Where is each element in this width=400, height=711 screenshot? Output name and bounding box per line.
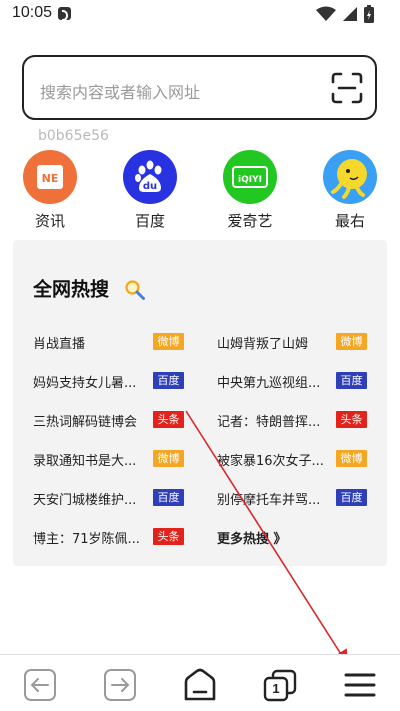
source-badge: 百度 (336, 372, 367, 389)
source-badge: 百度 (153, 489, 184, 506)
svg-text:du: du (143, 181, 157, 192)
svg-text:NE: NE (42, 172, 59, 185)
hot-search-title: 全网热搜 (33, 278, 110, 301)
search-bar[interactable]: 搜索内容或者输入网址 (22, 55, 377, 120)
source-badge: 微博 (153, 450, 184, 467)
signal-icon (343, 7, 357, 21)
status-icons (316, 5, 374, 23)
back-icon[interactable] (20, 665, 60, 705)
source-badge: 微博 (336, 333, 367, 350)
shortcut-label: 资讯 (34, 212, 65, 230)
shortcut-iqiyi[interactable]: iQIYI 爱奇艺 (210, 150, 290, 231)
zuiyou-icon (323, 150, 377, 204)
battery-icon (364, 5, 374, 23)
source-badge: 微博 (336, 450, 367, 467)
menu-icon[interactable] (340, 665, 380, 705)
shortcut-label: 最右 (334, 212, 365, 230)
forward-icon[interactable] (100, 665, 140, 705)
tabs-icon (263, 669, 297, 702)
source-badge: 头条 (336, 411, 367, 428)
hot-item[interactable]: 博主：71岁陈佩... 头条 (33, 526, 185, 550)
wifi-icon (316, 6, 336, 21)
hot-item[interactable]: 被家暴16次女子... 微博 (217, 448, 369, 472)
news-icon: NE (23, 150, 77, 204)
hot-item[interactable]: 录取通知书是大... 微博 (33, 448, 185, 472)
device-code: b0b65e56 (38, 128, 109, 144)
status-bar: 10:05 (0, 0, 400, 30)
shortcut-news[interactable]: NE 资讯 (10, 150, 90, 231)
source-badge: 微博 (153, 333, 184, 350)
hot-item[interactable]: 妈妈支持女儿暑... 百度 (33, 370, 185, 394)
shortcut-label: 百度 (134, 212, 165, 230)
hot-item[interactable]: 三热词解码链博会 头条 (33, 409, 185, 433)
bottom-toolbar: 1 (0, 654, 400, 711)
shortcut-zuiyou[interactable]: 最右 (310, 150, 390, 231)
source-badge: 百度 (153, 372, 184, 389)
search-icon (125, 280, 145, 300)
search-placeholder: 搜索内容或者输入网址 (40, 83, 201, 102)
source-badge: 头条 (153, 528, 184, 545)
home-icon[interactable] (180, 665, 220, 705)
source-badge: 百度 (336, 489, 367, 506)
hot-item[interactable]: 中央第九巡视组... 百度 (217, 370, 369, 394)
hot-item[interactable]: 记者：特朗普挥... 头条 (217, 409, 369, 433)
hot-item[interactable]: 天安门城楼维护... 百度 (33, 487, 185, 511)
notification-icon (58, 7, 71, 21)
tab-count: 1 (272, 681, 280, 696)
hot-search-panel: 全网热搜 肖战直播 微博 妈妈支持女儿暑... 百度 三热词解码链博会 头条 录… (13, 240, 387, 566)
shortcut-label: 爱奇艺 (227, 212, 273, 230)
status-time: 10:05 (12, 4, 53, 21)
iqiyi-icon: iQIYI (223, 150, 277, 204)
svg-text:iQIYI: iQIYI (238, 175, 262, 185)
more-hot-link[interactable]: 更多热搜 》 (217, 526, 369, 550)
tabs-button[interactable]: 1 (260, 665, 300, 705)
source-badge: 头条 (153, 411, 184, 428)
scan-icon[interactable] (331, 72, 363, 104)
shortcut-baidu[interactable]: du 百度 (110, 150, 190, 231)
baidu-icon: du (123, 150, 177, 204)
hot-item[interactable]: 肖战直播 微博 (33, 331, 185, 355)
hot-item[interactable]: 山姆背叛了山姆 微博 (217, 331, 369, 355)
hot-item[interactable]: 别停摩托车并骂... 百度 (217, 487, 369, 511)
